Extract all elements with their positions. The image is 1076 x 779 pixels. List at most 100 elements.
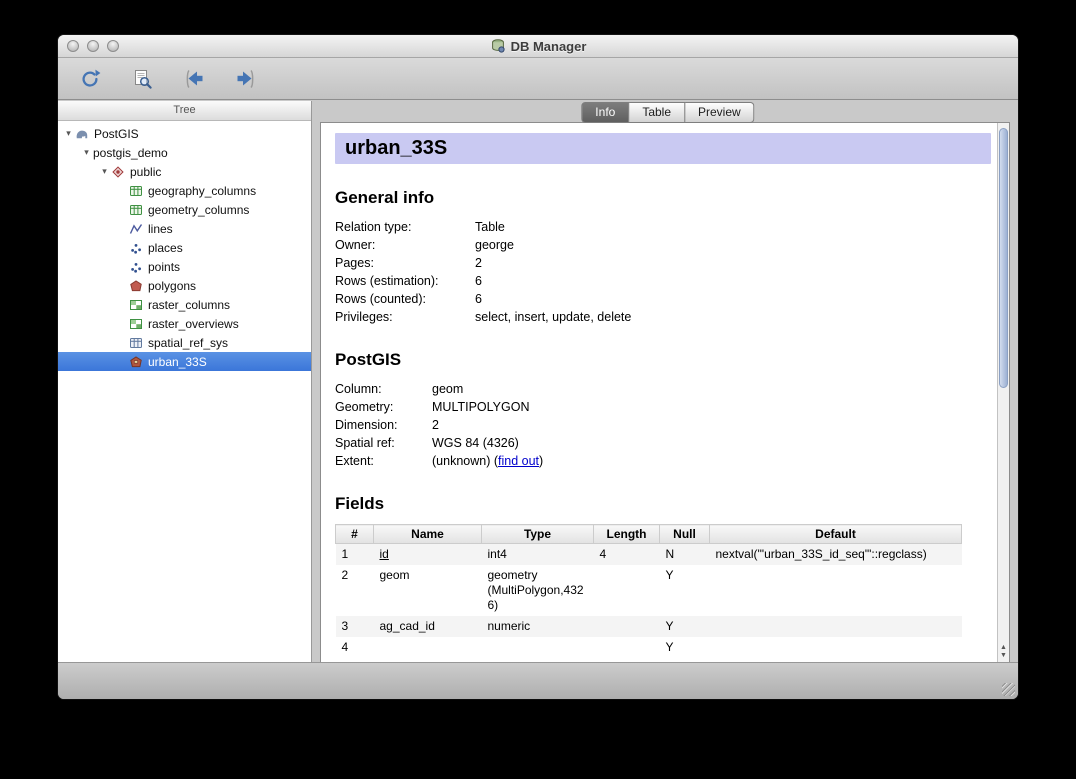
fields-cell: 4 (594, 544, 660, 566)
tab-preview[interactable]: Preview (685, 102, 755, 123)
fields-cell: 2 (336, 565, 374, 616)
fields-cell: nextval('"urban_33S_id_seq"'::regclass) (710, 544, 962, 566)
fields-cell (594, 637, 660, 658)
info-content: urban_33S General info Relation type:Tab… (321, 123, 997, 662)
tree-list: ▾PostGIS▾postgis_demo▾publicgeography_co… (58, 121, 311, 663)
fields-cell: numeric (482, 616, 594, 637)
info-label: Pages: (335, 254, 475, 272)
fields-cell: N (660, 544, 710, 566)
resize-grip[interactable] (1002, 683, 1015, 696)
close-button[interactable] (67, 40, 79, 52)
minimize-button[interactable] (87, 40, 99, 52)
raster-icon (129, 317, 144, 331)
info-row: Owner:george (335, 236, 991, 254)
export-layer-button[interactable] (232, 65, 260, 93)
postgis-heading: PostGIS (335, 350, 991, 370)
tree-item-label: geometry_columns (148, 203, 255, 217)
export-layer-icon (235, 68, 257, 90)
fields-cell: Y (660, 565, 710, 616)
info-value: (unknown) (find out) (432, 452, 991, 470)
info-row: Geometry:MULTIPOLYGON (335, 398, 991, 416)
disclosure-triangle[interactable]: ▾ (80, 147, 93, 158)
info-row: Rows (counted):6 (335, 290, 991, 308)
fields-row: 3ag_cad_idnumericY (336, 616, 962, 637)
info-row: Rows (estimation):6 (335, 272, 991, 290)
lines-icon (129, 222, 144, 236)
polygon-urban-icon (129, 355, 144, 369)
traffic-lights (67, 40, 119, 52)
info-row: Pages:2 (335, 254, 991, 272)
fields-cell: Y (660, 616, 710, 637)
table-blue-icon (129, 336, 144, 350)
fields-cell: 4 (336, 637, 374, 658)
info-label: Column: (335, 380, 432, 398)
info-panel: urban_33S General info Relation type:Tab… (320, 122, 1010, 663)
tree-item-label: postgis_demo (93, 146, 174, 160)
db-manager-icon (490, 38, 506, 54)
refresh-button[interactable] (76, 65, 104, 93)
refresh-icon (79, 68, 101, 90)
fields-col-header: Default (710, 525, 962, 544)
info-value: MULTIPOLYGON (432, 398, 991, 416)
info-label: Privileges: (335, 308, 475, 326)
tree-item-urban_33S[interactable]: urban_33S (58, 352, 311, 371)
tree-item-postgis_demo[interactable]: ▾postgis_demo (58, 143, 311, 162)
import-layer-icon (183, 68, 205, 90)
points-icon (129, 241, 144, 255)
tree-item-points[interactable]: points (58, 257, 311, 276)
desktop: { "window": { "title": "DB Manager" }, "… (0, 0, 1076, 779)
tree-item-PostGIS[interactable]: ▾PostGIS (58, 124, 311, 143)
fields-cell: 1 (336, 544, 374, 566)
info-row: Relation type:Table (335, 218, 991, 236)
tree-item-spatial_ref_sys[interactable]: spatial_ref_sys (58, 333, 311, 352)
fields-heading: Fields (335, 494, 991, 514)
window-title: DB Manager (511, 39, 587, 54)
tree-panel-header: Tree (58, 101, 311, 121)
tree-item-polygons[interactable]: polygons (58, 276, 311, 295)
tree-item-raster_columns[interactable]: raster_columns (58, 295, 311, 314)
tree-item-places[interactable]: places (58, 238, 311, 257)
tree-item-label: points (148, 260, 186, 274)
fields-cell (710, 616, 962, 637)
fields-cell: int4 (482, 544, 594, 566)
tree-item-geography_columns[interactable]: geography_columns (58, 181, 311, 200)
tree-item-label: urban_33S (148, 355, 213, 369)
tree-item-geometry_columns[interactable]: geometry_columns (58, 200, 311, 219)
tree-item-raster_overviews[interactable]: raster_overviews (58, 314, 311, 333)
info-row: Dimension:2 (335, 416, 991, 434)
find-out-link[interactable]: find out (498, 454, 539, 468)
object-title: urban_33S (335, 133, 991, 164)
titlebar[interactable]: DB Manager (58, 35, 1018, 58)
info-label: Owner: (335, 236, 475, 254)
fields-cell (710, 637, 962, 658)
tree-item-lines[interactable]: lines (58, 219, 311, 238)
toolbar (58, 58, 1018, 100)
raster-icon (129, 298, 144, 312)
zoom-button[interactable] (107, 40, 119, 52)
fields-row: 4Y (336, 637, 962, 658)
scrollbar-arrow-buttons[interactable]: ▲▼ (998, 644, 1009, 660)
disclosure-triangle[interactable]: ▾ (98, 166, 111, 177)
sql-window-button[interactable] (128, 65, 156, 93)
info-label: Geometry: (335, 398, 432, 416)
tab-table[interactable]: Table (629, 102, 685, 123)
postgis-icon (75, 127, 90, 141)
disclosure-triangle[interactable]: ▾ (62, 128, 75, 139)
table-green-icon (129, 184, 144, 198)
tab-info[interactable]: Info (581, 102, 629, 123)
info-label: Rows (counted): (335, 290, 475, 308)
tree-item-public[interactable]: ▾public (58, 162, 311, 181)
fields-cell: Y (660, 637, 710, 658)
info-value: geom (432, 380, 991, 398)
table-green-icon (129, 203, 144, 217)
fields-cell: id (374, 544, 482, 566)
fields-cell (594, 616, 660, 637)
tree-item-label: geography_columns (148, 184, 262, 198)
scrollbar-thumb[interactable] (999, 128, 1008, 388)
tree-item-label: polygons (148, 279, 202, 293)
vertical-scrollbar[interactable]: ▲▼ (997, 123, 1009, 662)
window-title-area: DB Manager (490, 38, 587, 54)
fields-row: 2geomgeometry (MultiPolygon,4326)Y (336, 565, 962, 616)
points-icon (129, 260, 144, 274)
import-layer-button[interactable] (180, 65, 208, 93)
